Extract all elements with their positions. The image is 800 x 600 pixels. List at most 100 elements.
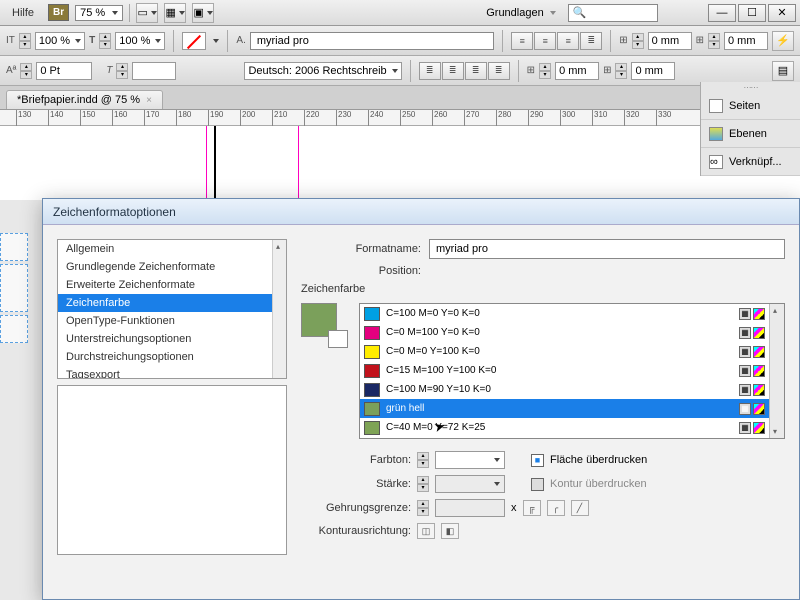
swatch-name: C=0 M=0 Y=100 K=0: [386, 346, 733, 357]
swatch-row[interactable]: C=100 M=0 Y=0 K=0▦: [360, 304, 769, 323]
align-center-icon[interactable]: ≡: [534, 32, 556, 50]
arrange-icon[interactable]: ▦: [164, 3, 186, 23]
category-item[interactable]: Zeichenfarbe: [58, 294, 286, 312]
selection-handle[interactable]: [0, 233, 28, 261]
maximize-button[interactable]: ☐: [738, 4, 766, 22]
zoom-select[interactable]: 75 %: [75, 5, 123, 21]
panel-grip[interactable]: [701, 82, 800, 92]
workspace-select[interactable]: Grundlagen: [480, 5, 562, 21]
panel-layers[interactable]: Ebenen: [701, 120, 800, 148]
char-style-field[interactable]: [250, 32, 494, 50]
panel-menu-icon[interactable]: ▤: [772, 61, 794, 81]
baseline-shift-field[interactable]: 0 Pt: [36, 62, 92, 80]
vertical-scale-field[interactable]: 100 %: [115, 32, 165, 50]
fill-stroke-proxy[interactable]: [301, 303, 337, 337]
search-input[interactable]: 🔍: [568, 4, 658, 22]
view-mode-icon[interactable]: ▭: [136, 3, 158, 23]
inset-bottom-field[interactable]: 0 mm: [724, 32, 768, 50]
close-button[interactable]: ✕: [768, 4, 796, 22]
inset-left-field[interactable]: 0 mm: [555, 62, 599, 80]
character-style-options-dialog: Zeichenformatoptionen AllgemeinGrundlege…: [42, 198, 800, 600]
control-panel-row1: IT ▴▾ 100 % T ▴▾ 100 % A. ≡ ≡ ≡ ≣ ⊞▴▾ 0 …: [0, 26, 800, 56]
horizontal-scale-field[interactable]: 100 %: [35, 32, 85, 50]
justify-all-icon[interactable]: ≣: [465, 62, 487, 80]
swatch-row[interactable]: C=100 M=90 Y=10 K=0▦: [360, 380, 769, 399]
scrollbar[interactable]: [769, 304, 784, 438]
language-select[interactable]: Deutsch: 2006 Rechtschreib: [244, 62, 401, 80]
overprint-fill-label: Fläche überdrucken: [550, 454, 647, 466]
swatch-chip: [364, 345, 380, 359]
category-item[interactable]: Tagsexport: [58, 366, 286, 379]
inset-top-field[interactable]: 0 mm: [648, 32, 692, 50]
inset-right-field[interactable]: 0 mm: [631, 62, 675, 80]
swatch-row[interactable]: C=15 M=100 Y=100 K=0▦: [360, 361, 769, 380]
ruler-tick: 300: [560, 110, 575, 126]
menu-help[interactable]: Hilfe: [4, 4, 42, 22]
scrollbar[interactable]: [272, 240, 286, 378]
pages-icon: [709, 99, 723, 113]
bevel-icon[interactable]: ╱: [571, 500, 589, 516]
skew-field[interactable]: [132, 62, 176, 80]
process-icon: [753, 308, 765, 320]
fill-swatch-icon[interactable]: [182, 32, 206, 50]
swatch-row[interactable]: C=40 M=0 Y=72 K=25▦: [360, 418, 769, 437]
minimize-button[interactable]: —: [708, 4, 736, 22]
screen-mode-icon[interactable]: ▣: [192, 3, 214, 23]
ruler-tick: 180: [176, 110, 191, 126]
panel-links[interactable]: ∞Verknüpf...: [701, 148, 800, 176]
formatname-input[interactable]: [429, 239, 785, 259]
ruler-tick: 310: [592, 110, 607, 126]
char-panel-icon[interactable]: IT: [6, 35, 15, 46]
align-left-icon[interactable]: ≡: [511, 32, 533, 50]
gehrung-label: Gehrungsgrenze:: [301, 502, 411, 514]
bridge-badge[interactable]: Br: [48, 4, 69, 21]
align-stroke-center-icon[interactable]: ◫: [417, 523, 435, 539]
justify-right-icon[interactable]: ≣: [442, 62, 464, 80]
swatch-list[interactable]: C=100 M=0 Y=0 K=0▦C=0 M=100 Y=0 K=0▦C=0 …: [359, 303, 785, 439]
guide-magenta-2[interactable]: [298, 126, 299, 200]
guide-magenta-1[interactable]: [206, 126, 207, 200]
round-icon[interactable]: ╭: [547, 500, 565, 516]
panel-pages[interactable]: Seiten: [701, 92, 800, 120]
selection-handles: [0, 230, 30, 346]
global-icon: ▦: [739, 327, 751, 339]
justify-left-icon[interactable]: ≣: [580, 32, 602, 50]
menubar: Hilfe Br 75 % ▭ ▦ ▣ Grundlagen 🔍 — ☐ ✕: [0, 0, 800, 26]
align-right-icon[interactable]: ≡: [557, 32, 579, 50]
overprint-fill-checkbox[interactable]: [531, 454, 544, 467]
page-canvas[interactable]: [0, 126, 800, 200]
category-list[interactable]: AllgemeinGrundlegende ZeichenformateErwe…: [57, 239, 287, 379]
category-item[interactable]: Unterstreichungsoptionen: [58, 330, 286, 348]
farbton-field[interactable]: [435, 451, 505, 469]
selection-handle[interactable]: [0, 315, 28, 343]
justify-center-icon[interactable]: ≣: [419, 62, 441, 80]
ruler-tick: 280: [496, 110, 511, 126]
category-item[interactable]: Allgemein: [58, 240, 286, 258]
swatch-row[interactable]: C=0 M=0 Y=100 K=0▦: [360, 342, 769, 361]
category-item[interactable]: Erweiterte Zeichenformate: [58, 276, 286, 294]
farbton-label: Farbton:: [301, 454, 411, 466]
justify-spine-icon[interactable]: ≣: [488, 62, 510, 80]
quick-apply-icon[interactable]: ⚡: [772, 31, 794, 51]
swatch-row[interactable]: C=0 M=100 Y=0 K=0▦: [360, 323, 769, 342]
staerke-label: Stärke:: [301, 478, 411, 490]
category-item[interactable]: OpenType-Funktionen: [58, 312, 286, 330]
overprint-stroke-checkbox[interactable]: [531, 478, 544, 491]
process-icon: [753, 384, 765, 396]
document-tabbar: *Briefpapier.indd @ 75 % ×: [0, 86, 800, 110]
tab-close-icon[interactable]: ×: [146, 95, 152, 106]
selection-handle[interactable]: [0, 264, 28, 312]
gehrung-field[interactable]: [435, 499, 505, 517]
horizontal-ruler[interactable]: 1301401501601701801902002102202302402502…: [0, 110, 800, 126]
staerke-field[interactable]: [435, 475, 505, 493]
ruler-tick: 240: [368, 110, 383, 126]
swatch-chip: [364, 383, 380, 397]
category-item[interactable]: Durchstreichungsoptionen: [58, 348, 286, 366]
document-tab[interactable]: *Briefpapier.indd @ 75 % ×: [6, 90, 163, 109]
swatch-row[interactable]: grün hell▦: [360, 399, 769, 418]
process-icon: [753, 327, 765, 339]
category-item[interactable]: Grundlegende Zeichenformate: [58, 258, 286, 276]
miter-icon[interactable]: ╔: [523, 500, 541, 516]
align-stroke-inside-icon[interactable]: ◧: [441, 523, 459, 539]
global-icon: ▦: [739, 403, 751, 415]
